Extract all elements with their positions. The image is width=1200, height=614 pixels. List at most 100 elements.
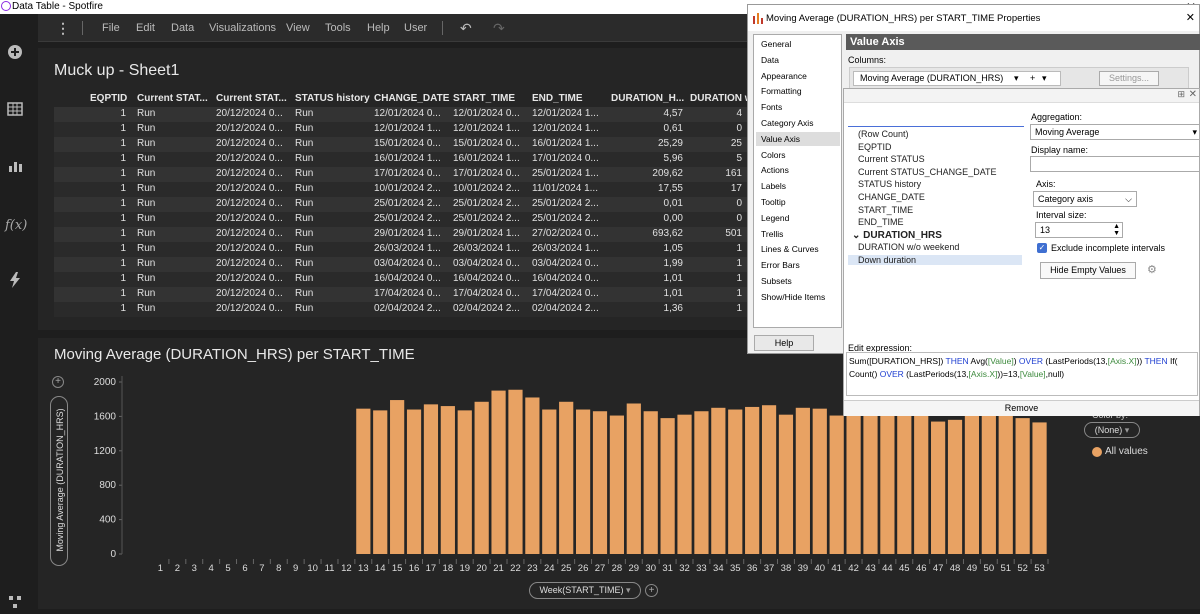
nav-item[interactable]: Data xyxy=(756,53,840,67)
settings-button[interactable]: Settings... xyxy=(1099,71,1159,86)
column-list-item[interactable]: ⌄ DURATION_HRS xyxy=(852,230,942,241)
column-list-item[interactable]: Current STATUS xyxy=(858,154,925,164)
nav-item[interactable]: Lines & Curves xyxy=(756,242,840,256)
nav-item[interactable]: Show/Hide Items xyxy=(756,290,840,304)
bar[interactable] xyxy=(863,404,878,554)
bar[interactable] xyxy=(373,410,388,554)
column-header[interactable]: START_TIME xyxy=(453,93,515,107)
exclude-incomplete-checkbox[interactable]: ✓ xyxy=(1037,243,1047,253)
visualization-icon[interactable] xyxy=(5,158,25,178)
bar[interactable] xyxy=(897,406,912,554)
nav-item[interactable]: Tooltip xyxy=(756,195,840,209)
table-row[interactable]: 1 Run 20/12/2024 0... Run 02/04/2024 2... 02/… xyxy=(54,302,798,317)
nav-item[interactable]: Formatting xyxy=(756,84,840,98)
bar[interactable] xyxy=(643,411,658,554)
nav-item[interactable]: Trellis xyxy=(756,227,840,241)
bar[interactable] xyxy=(677,414,692,554)
column-search-input[interactable] xyxy=(848,111,1024,127)
menu-help[interactable]: Help xyxy=(367,14,390,42)
add-y-axis-icon[interactable]: + xyxy=(52,376,64,388)
lightning-icon[interactable] xyxy=(5,272,25,292)
gear-icon[interactable]: ⚙ xyxy=(1147,263,1157,276)
table-row[interactable]: 1 Run 20/12/2024 0... Run 10/01/2024 2... 10/… xyxy=(54,182,798,197)
column-list-item[interactable]: (Row Count) xyxy=(858,129,909,139)
column-header[interactable]: CHANGE_DATE xyxy=(374,93,449,107)
table-row[interactable]: 1 Run 20/12/2024 0... Run 25/01/2024 2... 25/… xyxy=(54,197,798,212)
data-table-icon[interactable] xyxy=(5,101,25,121)
table-row[interactable]: 1 Run 20/12/2024 0... Run 16/01/2024 1... 16/… xyxy=(54,152,798,167)
table-row[interactable]: 1 Run 20/12/2024 0... Run 17/04/2024 0... 17/… xyxy=(54,287,798,302)
nav-item[interactable]: Colors xyxy=(756,148,840,162)
expand-icon[interactable]: ⊞ xyxy=(1177,89,1185,100)
menu-kebab-icon[interactable]: ⋮ xyxy=(56,14,70,42)
menu-visualizations[interactable]: Visualizations xyxy=(209,14,276,42)
bar[interactable] xyxy=(356,408,371,554)
hierarchy-icon[interactable] xyxy=(5,594,25,614)
bar[interactable] xyxy=(947,419,963,554)
add-icon[interactable] xyxy=(5,44,25,64)
bar[interactable] xyxy=(390,400,405,554)
axis-dropdown[interactable]: Category axis ⌵ xyxy=(1033,191,1137,207)
bar[interactable] xyxy=(423,404,439,554)
nav-item[interactable]: Error Bars xyxy=(756,258,840,272)
bar[interactable] xyxy=(728,409,743,554)
bar[interactable] xyxy=(491,390,506,554)
column-header[interactable]: Current STAT... xyxy=(137,93,208,107)
bar[interactable] xyxy=(812,408,827,554)
help-button[interactable]: Help xyxy=(754,335,814,351)
bar[interactable] xyxy=(694,411,709,554)
bar[interactable] xyxy=(1015,418,1030,554)
bar[interactable] xyxy=(559,401,574,554)
menu-data[interactable]: Data xyxy=(171,14,194,42)
column-list-item[interactable]: Down duration xyxy=(848,255,1022,265)
display-name-input[interactable] xyxy=(1030,156,1200,172)
menu-user[interactable]: User xyxy=(404,14,427,42)
bar[interactable] xyxy=(745,406,760,554)
popup-close-icon[interactable]: ✕ xyxy=(1189,89,1197,100)
bar[interactable] xyxy=(542,409,557,554)
table-row[interactable]: 1 Run 20/12/2024 0... Run 26/03/2024 1... 26/… xyxy=(54,242,798,257)
dialog-close-icon[interactable]: ✕ xyxy=(1186,11,1195,24)
column-header[interactable]: Current STAT... xyxy=(216,93,287,107)
column-list-item[interactable]: EQPTID xyxy=(858,142,892,152)
nav-item[interactable]: General xyxy=(756,37,840,51)
table-row[interactable]: 1 Run 20/12/2024 0... Run 25/01/2024 2... 25/… xyxy=(54,212,798,227)
add-x-axis-icon[interactable]: + xyxy=(645,584,658,597)
nav-item[interactable]: Category Axis xyxy=(756,116,840,130)
column-list-item[interactable]: DURATION w/o weekend xyxy=(858,242,959,252)
bar[interactable] xyxy=(829,415,844,554)
y-axis-selector[interactable]: Moving Average (DURATION_HRS) xyxy=(50,396,68,566)
menu-view[interactable]: View xyxy=(286,14,310,42)
bar[interactable] xyxy=(474,401,489,554)
column-header[interactable]: EQPTID xyxy=(90,93,127,107)
bar[interactable] xyxy=(592,411,608,554)
bar[interactable] xyxy=(795,407,810,554)
column-list-item[interactable]: STATUS history xyxy=(858,179,921,189)
table-row[interactable]: 1 Run 20/12/2024 0... Run 16/04/2024 0... 16/… xyxy=(54,272,798,287)
hide-empty-values-button[interactable]: Hide Empty Values xyxy=(1040,262,1136,279)
function-icon[interactable]: f(x) xyxy=(5,216,27,236)
table-row[interactable]: 1 Run 20/12/2024 0... Run 17/01/2024 0... 17/… xyxy=(54,167,798,182)
remove-button[interactable]: Remove xyxy=(844,400,1199,416)
bar[interactable] xyxy=(964,411,980,554)
spinner-icon[interactable]: ▲ ▼ xyxy=(1113,223,1120,237)
bar[interactable] xyxy=(880,407,895,554)
nav-item[interactable]: Fonts xyxy=(756,100,840,114)
bar[interactable] xyxy=(778,414,794,554)
table-row[interactable]: 1 Run 20/12/2024 0... Run 29/01/2024 1... 29/… xyxy=(54,227,798,242)
interval-size-input[interactable]: 13 ▲ ▼ xyxy=(1035,222,1123,238)
nav-item[interactable]: Actions xyxy=(756,163,840,177)
bar[interactable] xyxy=(1032,422,1047,554)
table-row[interactable]: 1 Run 20/12/2024 0... Run 12/01/2024 0... 12/… xyxy=(54,107,798,122)
bar[interactable] xyxy=(846,402,861,554)
bar[interactable] xyxy=(626,403,641,555)
nav-item[interactable]: Labels xyxy=(756,179,840,193)
menu-edit[interactable]: Edit xyxy=(136,14,155,42)
column-header[interactable]: STATUS history xyxy=(295,93,370,107)
nav-item[interactable]: Subsets xyxy=(756,274,840,288)
bar[interactable] xyxy=(457,410,472,554)
color-by-selector[interactable]: (None) ▾ xyxy=(1084,422,1140,438)
nav-item[interactable]: Legend xyxy=(756,211,840,225)
table-row[interactable]: 1 Run 20/12/2024 0... Run 03/04/2024 0... 03/… xyxy=(54,257,798,272)
bar[interactable] xyxy=(406,409,422,554)
